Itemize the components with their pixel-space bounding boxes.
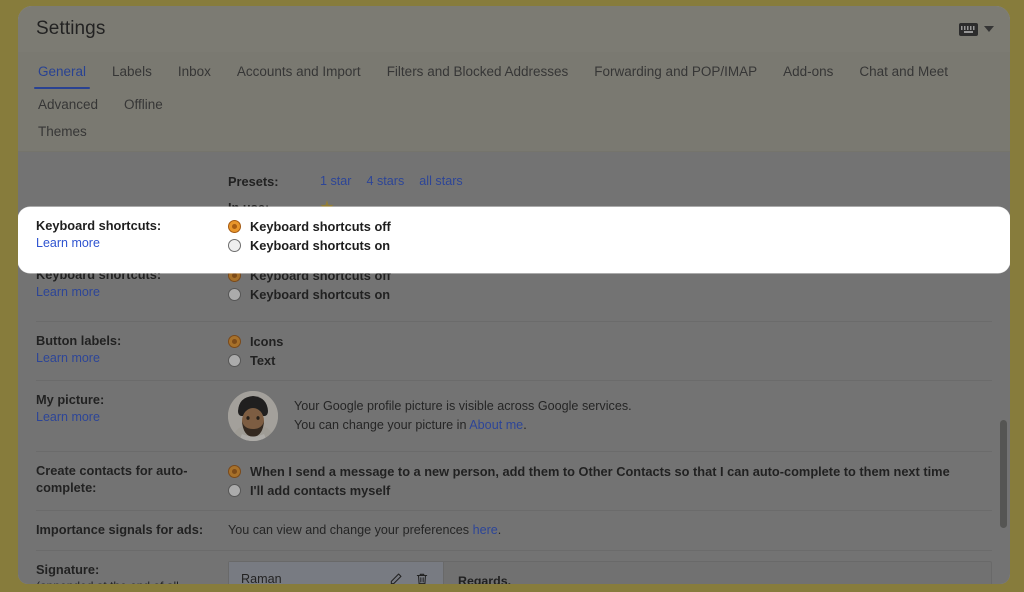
spotlight-label-col: Keyboard shortcuts: Learn more (36, 217, 228, 273)
button-labels-icons-radio[interactable] (228, 335, 241, 348)
importance-signals-prefix: You can view and change your preferences (228, 523, 473, 537)
avatar[interactable] (228, 391, 278, 441)
signature-sub-line1: (appended at the end of all outgoing (36, 578, 218, 584)
importance-signals-text: You can view and change your preferences… (228, 521, 992, 540)
create-contacts-label-col: Create contacts for auto- complete: (36, 462, 228, 496)
preset-all-stars[interactable]: all stars (419, 174, 462, 188)
spotlight-learn-more-link[interactable]: Learn more (36, 234, 100, 252)
create-contacts-label-line1: Create contacts for auto- (36, 463, 188, 478)
create-contacts-auto-label: When I send a message to a new person, a… (250, 464, 950, 479)
my-picture-line2-suffix: . (523, 418, 527, 432)
my-picture-learn-more-link[interactable]: Learn more (36, 408, 100, 426)
keyboard-shortcuts-on-label: Keyboard shortcuts on (250, 287, 391, 302)
avatar-image (228, 391, 278, 441)
importance-signals-value-col: You can view and change your preferences… (228, 521, 992, 540)
signature-value-col: Raman Regards, (228, 561, 992, 584)
signature-line-regards: Regards, (458, 574, 512, 584)
spotlight-keyboard-shortcuts-on-option[interactable]: Keyboard shortcuts on (228, 236, 992, 255)
signature-label: Signature: (36, 562, 100, 577)
my-picture-wrap: Your Google profile picture is visible a… (228, 391, 992, 441)
about-me-link[interactable]: About me (469, 418, 523, 432)
tab-row-primary: General Labels Inbox Accounts and Import… (33, 52, 992, 122)
tab-chat-and-meet[interactable]: Chat and Meet (857, 56, 950, 89)
button-labels-text-label: Text (250, 353, 276, 368)
preset-links: 1 star 4 stars all stars (320, 174, 463, 188)
keyboard-shortcuts-on-radio[interactable] (228, 288, 241, 301)
spotlight-keyboard-shortcuts-on-label: Keyboard shortcuts on (250, 238, 391, 253)
create-contacts-label-line2: complete: (36, 480, 97, 495)
create-contacts-manual-radio[interactable] (228, 484, 241, 497)
importance-signals-label: Importance signals for ads: (36, 522, 204, 537)
tab-themes[interactable]: Themes (36, 122, 89, 143)
my-picture-label: My picture: (36, 392, 105, 407)
create-contacts-options: When I send a message to a new person, a… (228, 462, 992, 500)
spotlight-keyboard-shortcuts-on-radio[interactable] (228, 239, 241, 252)
tab-add-ons[interactable]: Add-ons (781, 56, 835, 89)
importance-signals-suffix: . (497, 523, 502, 537)
tab-accounts-and-import[interactable]: Accounts and Import (235, 56, 363, 89)
title-bar: Settings (18, 6, 1010, 52)
tab-filters-and-blocked-addresses[interactable]: Filters and Blocked Addresses (385, 56, 571, 89)
create-contacts-auto-option[interactable]: When I send a message to a new person, a… (228, 462, 992, 481)
tab-forwarding-and-pop-imap[interactable]: Forwarding and POP/IMAP (592, 56, 759, 89)
button-labels-row: Button labels: Learn more Icons Text (36, 322, 992, 381)
create-contacts-row: Create contacts for auto- complete: When… (36, 452, 992, 511)
keyboard-shortcuts-learn-more-link[interactable]: Learn more (36, 283, 100, 301)
my-picture-value-col: Your Google profile picture is visible a… (228, 391, 992, 441)
presets-line: Presets: 1 star 4 stars all stars (228, 168, 992, 194)
button-labels-label-col: Button labels: Learn more (36, 332, 228, 367)
importance-signals-row: Importance signals for ads: You can view… (36, 511, 992, 551)
my-picture-line2: You can change your picture in About me. (294, 416, 632, 435)
button-labels-learn-more-link[interactable]: Learn more (36, 349, 100, 367)
importance-signals-label-col: Importance signals for ads: (36, 521, 228, 538)
button-labels-options: Icons Text (228, 332, 992, 370)
signature-label-col: Signature: (appended at the end of all o… (36, 561, 228, 584)
signature-item-name: Raman (241, 572, 282, 584)
signature-row: Signature: (appended at the end of all o… (36, 551, 992, 584)
my-picture-label-col: My picture: Learn more (36, 391, 228, 426)
preset-1-star[interactable]: 1 star (320, 174, 352, 188)
spotlight-options: Keyboard shortcuts off Keyboard shortcut… (228, 217, 992, 273)
create-contacts-auto-radio[interactable] (228, 465, 241, 478)
button-labels-text-option[interactable]: Text (228, 351, 992, 370)
preset-4-stars[interactable]: 4 stars (367, 174, 405, 188)
trash-icon[interactable] (413, 570, 431, 584)
importance-signals-here-link[interactable]: here (473, 523, 498, 537)
my-picture-description: Your Google profile picture is visible a… (294, 397, 632, 435)
content-scrollbar-thumb[interactable] (1000, 420, 1007, 528)
tab-advanced[interactable]: Advanced (36, 89, 100, 122)
spotlight-keyboard-shortcuts-off-option[interactable]: Keyboard shortcuts off (228, 217, 992, 236)
my-picture-row: My picture: Learn more Your Google profi… (36, 381, 992, 452)
chevron-down-icon[interactable] (984, 26, 994, 32)
spotlight-keyboard-shortcuts-off-label: Keyboard shortcuts off (250, 219, 391, 234)
spotlight-keyboard-shortcuts: Keyboard shortcuts: Learn more Keyboard … (18, 207, 1010, 273)
settings-tabbar: General Labels Inbox Accounts and Import… (18, 52, 1010, 152)
tab-inbox[interactable]: Inbox (176, 56, 213, 89)
page-title: Settings (36, 18, 106, 39)
tab-row-secondary: Themes (36, 122, 992, 151)
presets-label: Presets: (228, 173, 279, 189)
tab-labels[interactable]: Labels (110, 56, 154, 89)
tab-offline[interactable]: Offline (122, 89, 165, 122)
signature-list: Raman (229, 562, 444, 584)
button-labels-text-radio[interactable] (228, 354, 241, 367)
spotlight-keyboard-shortcuts-off-radio[interactable] (228, 220, 241, 233)
my-picture-line1: Your Google profile picture is visible a… (294, 399, 632, 413)
pencil-icon[interactable] (387, 570, 405, 584)
button-labels-icons-option[interactable]: Icons (228, 332, 992, 351)
titlebar-actions (959, 22, 994, 36)
create-contacts-manual-label: I'll add contacts myself (250, 483, 391, 498)
signature-preview[interactable]: Regards, Raman Singh Founder, Kwebby +91… (444, 562, 991, 584)
settings-window: Settings General Labels Inbox Accounts a… (18, 6, 1010, 584)
button-labels-label: Button labels: (36, 333, 122, 348)
my-picture-line2-prefix: You can change your picture in (294, 418, 470, 432)
keyboard-icon[interactable] (959, 22, 978, 36)
signature-list-item[interactable]: Raman (229, 562, 443, 584)
tab-general[interactable]: General (33, 56, 91, 89)
signature-editor: Raman Regards, (228, 561, 992, 584)
button-labels-icons-label: Icons (250, 334, 284, 349)
create-contacts-manual-option[interactable]: I'll add contacts myself (228, 481, 992, 500)
keyboard-shortcuts-on-option[interactable]: Keyboard shortcuts on (228, 285, 992, 304)
spotlight-keyboard-shortcuts-label: Keyboard shortcuts: (36, 218, 162, 233)
